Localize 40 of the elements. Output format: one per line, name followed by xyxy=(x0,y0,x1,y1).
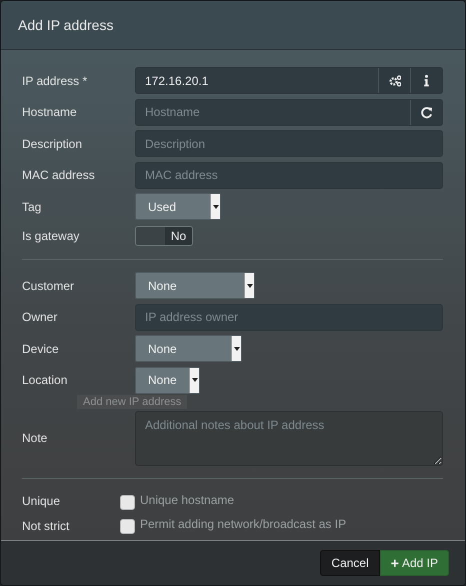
input-box[interactable]: Hostname xyxy=(135,98,443,126)
field-label: Owner xyxy=(22,310,58,324)
field-label: Note xyxy=(22,431,48,446)
field-label: Is gateway xyxy=(22,228,80,243)
field-label: Tag xyxy=(22,200,42,214)
checkbox-label: Permit adding network/broadcast as IP xyxy=(140,517,346,532)
field-label: Device xyxy=(22,342,59,356)
input-field[interactable]: IP address owner xyxy=(136,304,442,330)
gear-icon xyxy=(388,74,401,88)
checkbox-label: Unique hostname xyxy=(140,492,234,507)
caret-icon xyxy=(212,204,218,209)
field-label: IP address * xyxy=(22,74,88,88)
input-field[interactable]: Hostname xyxy=(136,100,410,125)
input-field[interactable]: 172.16.20.1 xyxy=(136,68,378,94)
add-button[interactable]: + Add IP xyxy=(380,550,449,576)
caret-icon xyxy=(192,378,198,382)
dropdown[interactable]: None xyxy=(135,366,200,394)
checkbox[interactable] xyxy=(120,519,135,534)
dropdown[interactable]: Used xyxy=(135,193,221,220)
dropdown[interactable]: None xyxy=(135,335,242,362)
field-label: Hostname xyxy=(22,105,77,120)
field-label: Customer xyxy=(22,278,74,293)
notes-field[interactable]: Additional notes about IP address xyxy=(135,410,443,466)
refresh-icon xyxy=(420,106,433,119)
cancel-button[interactable]: Cancel xyxy=(320,550,380,576)
field-label: Unique xyxy=(22,494,60,508)
field-label: MAC address xyxy=(22,168,95,182)
input-field[interactable]: MAC address xyxy=(136,162,442,188)
checkbox[interactable] xyxy=(120,494,135,510)
input-field[interactable]: Description xyxy=(136,131,442,156)
field-label: Location xyxy=(22,373,68,388)
caret-icon xyxy=(234,346,240,351)
field-label: Not strict xyxy=(22,518,70,533)
tooltip: Add new IP address xyxy=(77,394,188,409)
caret-icon xyxy=(246,284,252,288)
dialog-title: Add IP address xyxy=(18,17,114,34)
field-label: Description xyxy=(22,136,82,151)
input-box[interactable]: 172.16.20.1 xyxy=(135,67,443,94)
dropdown[interactable]: None xyxy=(135,272,255,300)
toggle-switch[interactable]: No xyxy=(135,226,193,246)
